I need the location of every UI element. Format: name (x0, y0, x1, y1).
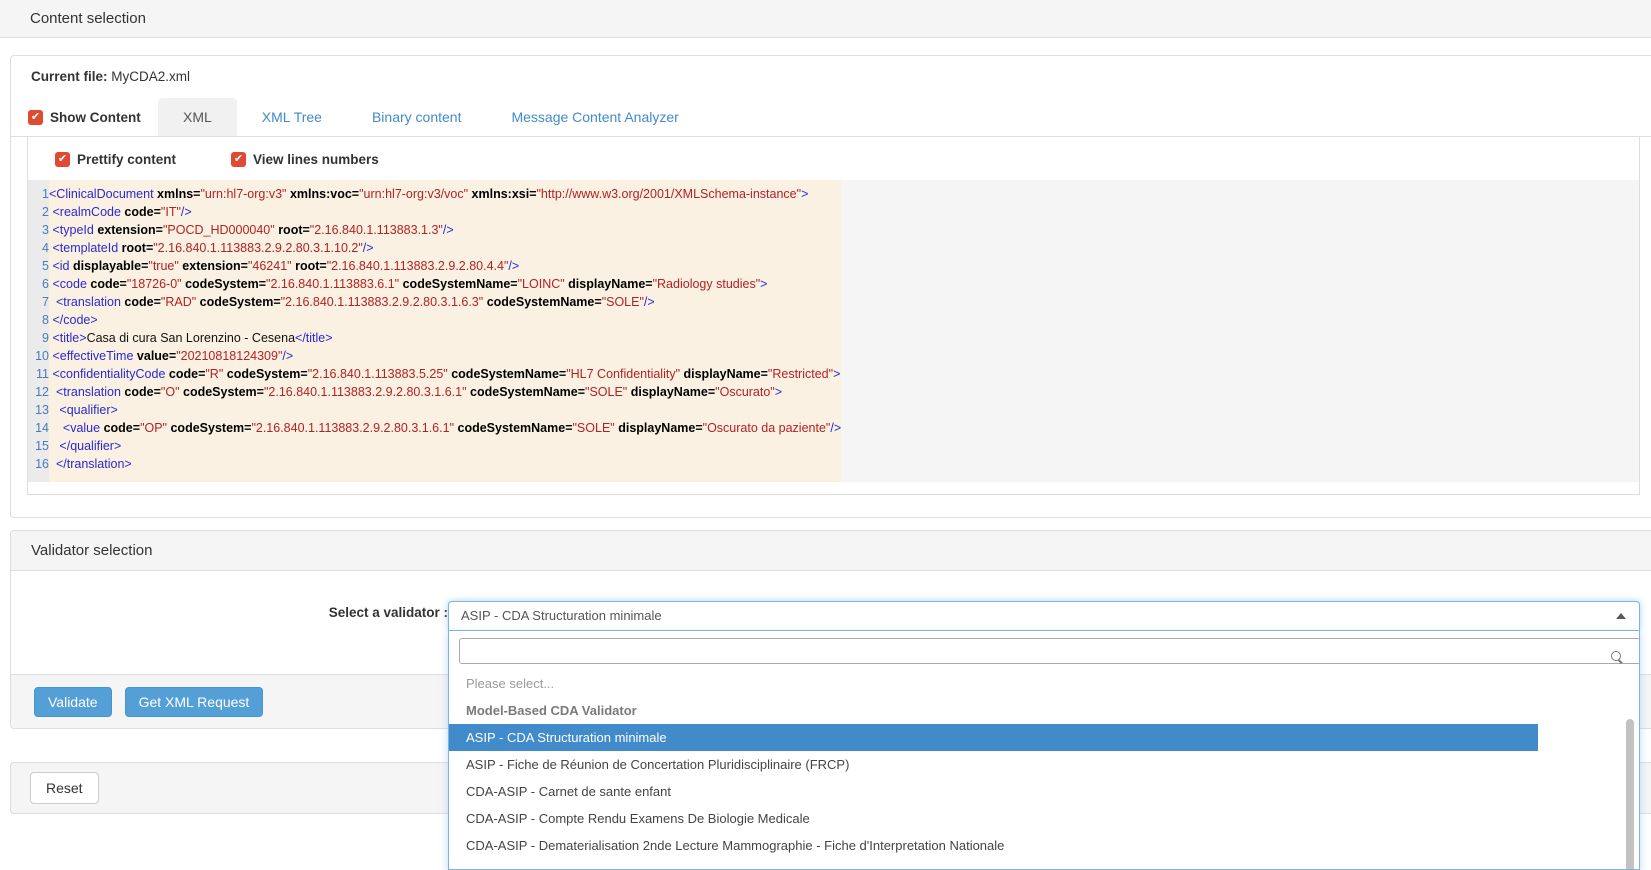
tab-xml-tree[interactable]: XML Tree (237, 98, 347, 136)
tab-message-content-analyzer[interactable]: Message Content Analyzer (486, 98, 703, 136)
get-xml-request-button[interactable]: Get XML Request (125, 687, 264, 717)
line-content: <typeId extension="POCD_HD000040" root="… (49, 221, 841, 239)
line-number: 5 (28, 257, 49, 275)
dropdown-placeholder-option[interactable]: Please select... (449, 670, 1639, 697)
dropdown-option[interactable]: ASIP - Fiche de Réunion de Concertation … (449, 751, 1639, 778)
validator-dropdown: Please select...Model-Based CDA Validato… (448, 631, 1640, 870)
prettify-label: Prettify content (77, 152, 176, 167)
content-panel: Current file: MyCDA2.xml Show Content XM… (10, 55, 1651, 518)
dropdown-scrollbar-thumb[interactable] (1626, 719, 1634, 870)
show-content-group: Show Content (28, 98, 158, 136)
dropdown-option[interactable]: ASIP - CDA Structuration minimale (449, 724, 1538, 751)
code-line: 15 </qualifier> (28, 437, 841, 455)
current-file-value: MyCDA2.xml (111, 69, 190, 84)
code-line: 16 </translation> (28, 455, 841, 482)
content-tabs: XMLXML TreeBinary contentMessage Content… (158, 98, 704, 136)
validator-search-input[interactable] (459, 638, 1640, 664)
validator-panel-title: Validator selection (31, 542, 152, 559)
code-line: 5 <id displayable="true" extension="4624… (28, 257, 841, 275)
tab-xml[interactable]: XML (158, 98, 237, 136)
select-validator-label: Select a validator : (11, 605, 448, 620)
line-content: <ClinicalDocument xmlns="urn:hl7-org:v3"… (49, 180, 841, 203)
view-lines-checkbox[interactable] (231, 152, 246, 167)
code-line: 8 </code> (28, 311, 841, 329)
line-number: 1 (28, 180, 49, 203)
line-number: 2 (28, 203, 49, 221)
dropdown-group-label: Model-Based CDA Validator (449, 697, 1639, 724)
line-number: 12 (28, 383, 49, 401)
line-content: </translation> (49, 455, 841, 482)
xml-content-box: Prettify content View lines numbers 1<Cl… (27, 137, 1640, 495)
code-line: 6 <code code="18726-0" codeSystem="2.16.… (28, 275, 841, 293)
line-number: 8 (28, 311, 49, 329)
validate-button[interactable]: Validate (34, 687, 112, 717)
validator-search-wrap (449, 638, 1639, 664)
code-line: 9 <title>Casa di cura San Lorenzino - Ce… (28, 329, 841, 347)
code-line: 2 <realmCode code="IT"/> (28, 203, 841, 221)
line-number: 7 (28, 293, 49, 311)
validator-select-toggle[interactable]: ASIP - CDA Structuration minimale (448, 601, 1640, 631)
code-line: 4 <templateId root="2.16.840.1.113883.2.… (28, 239, 841, 257)
line-number: 9 (28, 329, 49, 347)
line-number: 4 (28, 239, 49, 257)
code-line: 7 <translation code="RAD" codeSystem="2.… (28, 293, 841, 311)
line-number: 11 (28, 365, 49, 383)
line-content: <qualifier> (49, 401, 841, 419)
code-line: 14 <value code="OP" codeSystem="2.16.840… (28, 419, 841, 437)
line-content: </qualifier> (49, 437, 841, 455)
code-scroll-area[interactable]: 1<ClinicalDocument xmlns="urn:hl7-org:v3… (28, 180, 1639, 482)
line-content: <value code="OP" codeSystem="2.16.840.1.… (49, 419, 841, 437)
line-number: 14 (28, 419, 49, 437)
validator-selected-value: ASIP - CDA Structuration minimale (461, 608, 662, 623)
line-content: <code code="18726-0" codeSystem="2.16.84… (49, 275, 841, 293)
dropdown-option[interactable]: CDA-ASIP - Carnet de sante enfant (449, 778, 1639, 805)
view-lines-label: View lines numbers (253, 152, 379, 167)
validator-select: ASIP - CDA Structuration minimale Please… (448, 601, 1640, 870)
dropdown-option[interactable]: CDA-ASIP - Dematerialisation 2nde Lectur… (449, 832, 1639, 859)
validator-panel-header: Validator selection (11, 531, 1651, 571)
current-file: Current file: MyCDA2.xml (31, 69, 1651, 84)
line-content: <translation code="O" codeSystem="2.16.8… (49, 383, 841, 401)
chevron-up-icon (1616, 613, 1626, 619)
line-content: <title>Casa di cura San Lorenzino - Cese… (49, 329, 841, 347)
line-content: <templateId root="2.16.840.1.113883.2.9.… (49, 239, 841, 257)
page-title: Content selection (30, 10, 146, 27)
code-options-row: Prettify content View lines numbers (28, 137, 1639, 180)
current-file-label: Current file: (31, 69, 108, 84)
line-number: 3 (28, 221, 49, 239)
tab-binary-content[interactable]: Binary content (347, 98, 487, 136)
search-icon (1611, 651, 1621, 661)
line-number: 16 (28, 455, 49, 482)
line-content: <id displayable="true" extension="46241"… (49, 257, 841, 275)
line-content: <effectiveTime value="20210818124309"/> (49, 347, 841, 365)
line-number: 15 (28, 437, 49, 455)
code-line: 10 <effectiveTime value="20210818124309"… (28, 347, 841, 365)
line-content: <translation code="RAD" codeSystem="2.16… (49, 293, 841, 311)
content-selection-header: Content selection (0, 0, 1651, 38)
code-line: 13 <qualifier> (28, 401, 841, 419)
show-content-label: Show Content (50, 110, 141, 125)
tabs-row: Show Content XMLXML TreeBinary contentMe… (11, 98, 1651, 137)
prettify-checkbox[interactable] (55, 152, 70, 167)
code-line: 12 <translation code="O" codeSystem="2.1… (28, 383, 841, 401)
xml-code-viewer: 1<ClinicalDocument xmlns="urn:hl7-org:v3… (28, 180, 841, 482)
reset-button[interactable]: Reset (30, 772, 99, 804)
line-number: 13 (28, 401, 49, 419)
validator-options-list: Please select...Model-Based CDA Validato… (449, 670, 1639, 859)
line-content: </code> (49, 311, 841, 329)
code-line: 3 <typeId extension="POCD_HD000040" root… (28, 221, 841, 239)
dropdown-option[interactable]: CDA-ASIP - Compte Rendu Examens De Biolo… (449, 805, 1639, 832)
code-line: 11 <confidentialityCode code="R" codeSys… (28, 365, 841, 383)
line-content: <confidentialityCode code="R" codeSystem… (49, 365, 841, 383)
line-number: 10 (28, 347, 49, 365)
line-content: <realmCode code="IT"/> (49, 203, 841, 221)
line-number: 6 (28, 275, 49, 293)
code-line: 1<ClinicalDocument xmlns="urn:hl7-org:v3… (28, 180, 841, 203)
show-content-checkbox[interactable] (28, 110, 43, 125)
